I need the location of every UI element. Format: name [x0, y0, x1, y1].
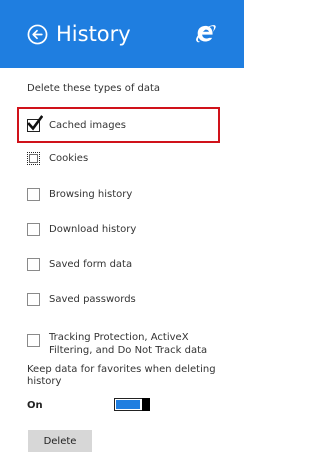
- checkbox-label: Saved passwords: [49, 294, 136, 305]
- back-arrow-circle-icon[interactable]: [27, 24, 48, 45]
- header-bar: History: [0, 0, 244, 68]
- internet-explorer-logo-icon: [196, 25, 216, 43]
- checkbox[interactable]: [27, 334, 40, 347]
- keep-favorites-label: Keep data for favorites when deleting hi…: [27, 364, 216, 387]
- toggle-fill: [116, 400, 140, 409]
- section-label: Delete these types of data: [27, 83, 161, 94]
- checkbox[interactable]: [27, 258, 40, 271]
- checkmark-icon: [27, 115, 43, 131]
- checkbox-label: Cached images: [49, 120, 126, 131]
- checkbox-label: Saved form data: [49, 259, 133, 270]
- delete-button[interactable]: Delete: [28, 430, 92, 452]
- checkbox-label: Download history: [49, 224, 137, 235]
- toggle-state-label: On: [27, 400, 43, 411]
- checkbox-label: Tracking Protection, ActiveX Filtering, …: [49, 332, 208, 356]
- page-title: History: [56, 22, 131, 46]
- checkbox-label: Browsing history: [49, 189, 133, 200]
- checkbox[interactable]: [27, 223, 40, 236]
- checkbox-label: Cookies: [49, 153, 89, 164]
- checkbox[interactable]: [27, 293, 40, 306]
- toggle-thumb[interactable]: [142, 398, 150, 411]
- checkbox[interactable]: [27, 188, 40, 201]
- checkbox[interactable]: [27, 152, 40, 165]
- keep-favorites-toggle[interactable]: [114, 398, 150, 411]
